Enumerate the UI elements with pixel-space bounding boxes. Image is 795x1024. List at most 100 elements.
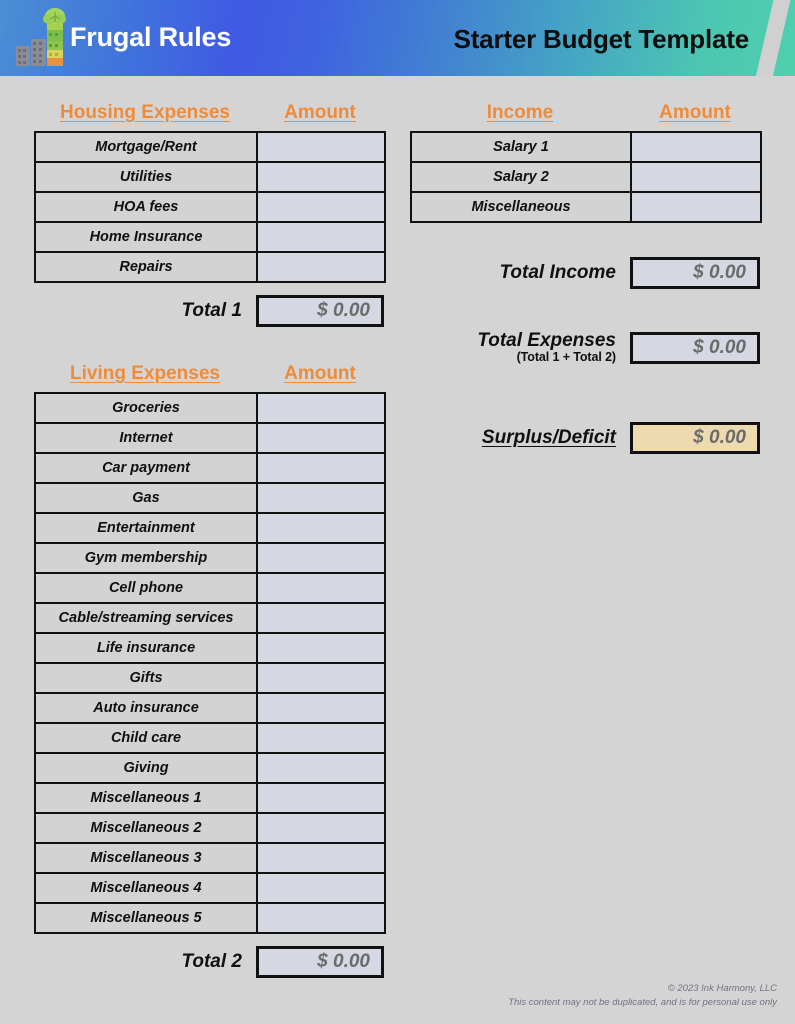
amount-input-cell[interactable] (256, 251, 386, 283)
amount-input-cell[interactable] (256, 191, 386, 223)
living-expenses-block: Living Expenses Amount Groceries Interne… (34, 357, 386, 978)
row-label: Miscellaneous 4 (34, 872, 258, 904)
total-2-label: Total 2 (181, 951, 242, 973)
row-label: Entertainment (34, 512, 258, 544)
amount-input-cell[interactable] (256, 872, 386, 904)
total-1-value: $ 0.00 (256, 295, 384, 327)
amount-input-cell[interactable] (256, 572, 386, 604)
amount-input-cell[interactable] (256, 131, 386, 163)
table-row: Internet (34, 422, 386, 454)
footer: © 2023 Ink Harmony, LLC This content may… (508, 982, 777, 1011)
row-label: Home Insurance (34, 221, 258, 253)
table-row: Groceries (34, 392, 386, 424)
table-row: Utilities (34, 161, 386, 193)
table-row: Miscellaneous 5 (34, 902, 386, 934)
amount-input-cell[interactable] (256, 902, 386, 934)
total-1-row: Total 1 $ 0.00 (34, 295, 384, 327)
table-row: Miscellaneous (410, 191, 762, 223)
total-expenses-row: Total Expenses (Total 1 + Total 2) $ 0.0… (410, 331, 760, 364)
living-amount-header: Amount (284, 363, 356, 384)
table-row: Cable/streaming services (34, 602, 386, 634)
amount-input-cell[interactable] (256, 752, 386, 784)
amount-input-cell[interactable] (256, 161, 386, 193)
row-label: Child care (34, 722, 258, 754)
amount-input-cell[interactable] (256, 812, 386, 844)
table-row: Car payment (34, 452, 386, 484)
row-label: Miscellaneous 1 (34, 782, 258, 814)
total-1-label: Total 1 (181, 300, 242, 322)
amount-input-cell[interactable] (256, 542, 386, 574)
total-income-value: $ 0.00 (630, 257, 760, 289)
table-row: Repairs (34, 251, 386, 283)
table-row: HOA fees (34, 191, 386, 223)
budget-sheet: Housing Expenses Amount Mortgage/Rent Ut… (0, 76, 795, 1024)
amount-input-cell[interactable] (256, 422, 386, 454)
table-row: Gym membership (34, 542, 386, 574)
amount-input-cell[interactable] (256, 662, 386, 694)
surplus-deficit-label: Surplus/Deficit (481, 427, 616, 449)
row-label: Gym membership (34, 542, 258, 574)
amount-input-cell[interactable] (256, 482, 386, 514)
amount-input-cell[interactable] (630, 191, 762, 223)
table-row: Entertainment (34, 512, 386, 544)
surplus-deficit-row: Surplus/Deficit $ 0.00 (410, 422, 760, 455)
row-label: Miscellaneous 3 (34, 842, 258, 874)
row-label: Miscellaneous 2 (34, 812, 258, 844)
row-label: Cable/streaming services (34, 602, 258, 634)
total-expenses-label: Total Expenses (Total 1 + Total 2) (410, 331, 630, 364)
table-row: Life insurance (34, 632, 386, 664)
total-2-row: Total 2 $ 0.00 (34, 946, 384, 978)
table-row: Salary 2 (410, 161, 762, 193)
expenses-column: Housing Expenses Amount Mortgage/Rent Ut… (34, 96, 386, 978)
table-row: Mortgage/Rent (34, 131, 386, 163)
income-section-header: Income Amount (410, 96, 760, 122)
living-title: Living Expenses (70, 363, 220, 384)
income-column: Income Amount Salary 1 Salary 2 Miscella… (410, 96, 762, 455)
table-row: Miscellaneous 4 (34, 872, 386, 904)
row-label: Utilities (34, 161, 258, 193)
total-expenses-title: Total Expenses (477, 330, 616, 351)
amount-input-cell[interactable] (256, 392, 386, 424)
income-amount-header: Amount (659, 102, 731, 123)
row-label: Repairs (34, 251, 258, 283)
amount-input-cell[interactable] (256, 782, 386, 814)
copyright-text: © 2023 Ink Harmony, LLC (667, 982, 777, 994)
living-expenses-table: Groceries Internet Car payment Gas Enter… (34, 392, 386, 934)
row-label: Cell phone (34, 572, 258, 604)
row-label: Gifts (34, 662, 258, 694)
amount-input-cell[interactable] (256, 602, 386, 634)
usage-notice-text: This content may not be duplicated, and … (508, 996, 777, 1008)
page-title: Starter Budget Template (453, 24, 750, 54)
row-label: Groceries (34, 392, 258, 424)
amount-input-cell[interactable] (256, 512, 386, 544)
total-expenses-value: $ 0.00 (630, 331, 760, 364)
table-row: Gifts (34, 662, 386, 694)
table-row: Cell phone (34, 572, 386, 604)
table-row: Miscellaneous 1 (34, 782, 386, 814)
amount-input-cell[interactable] (256, 842, 386, 874)
row-label: Gas (34, 482, 258, 514)
amount-input-cell[interactable] (630, 131, 762, 163)
table-row: Gas (34, 482, 386, 514)
amount-input-cell[interactable] (630, 161, 762, 193)
amount-input-cell[interactable] (256, 452, 386, 484)
amount-input-cell[interactable] (256, 632, 386, 664)
amount-input-cell[interactable] (256, 692, 386, 724)
total-expenses-sublabel: (Total 1 + Total 2) (516, 349, 616, 364)
surplus-deficit-value: $ 0.00 (630, 422, 760, 455)
row-label: Life insurance (34, 632, 258, 664)
amount-input-cell[interactable] (256, 722, 386, 754)
amount-input-cell[interactable] (256, 221, 386, 253)
row-label: Mortgage/Rent (34, 131, 258, 163)
table-row: Home Insurance (34, 221, 386, 253)
row-label: Giving (34, 752, 258, 784)
row-label: Miscellaneous 5 (34, 902, 258, 934)
table-row: Giving (34, 752, 386, 784)
housing-amount-header: Amount (284, 102, 356, 123)
housing-expenses-table: Mortgage/Rent Utilities HOA fees Home In… (34, 131, 386, 283)
income-title: Income (486, 102, 554, 123)
row-label: Car payment (34, 452, 258, 484)
